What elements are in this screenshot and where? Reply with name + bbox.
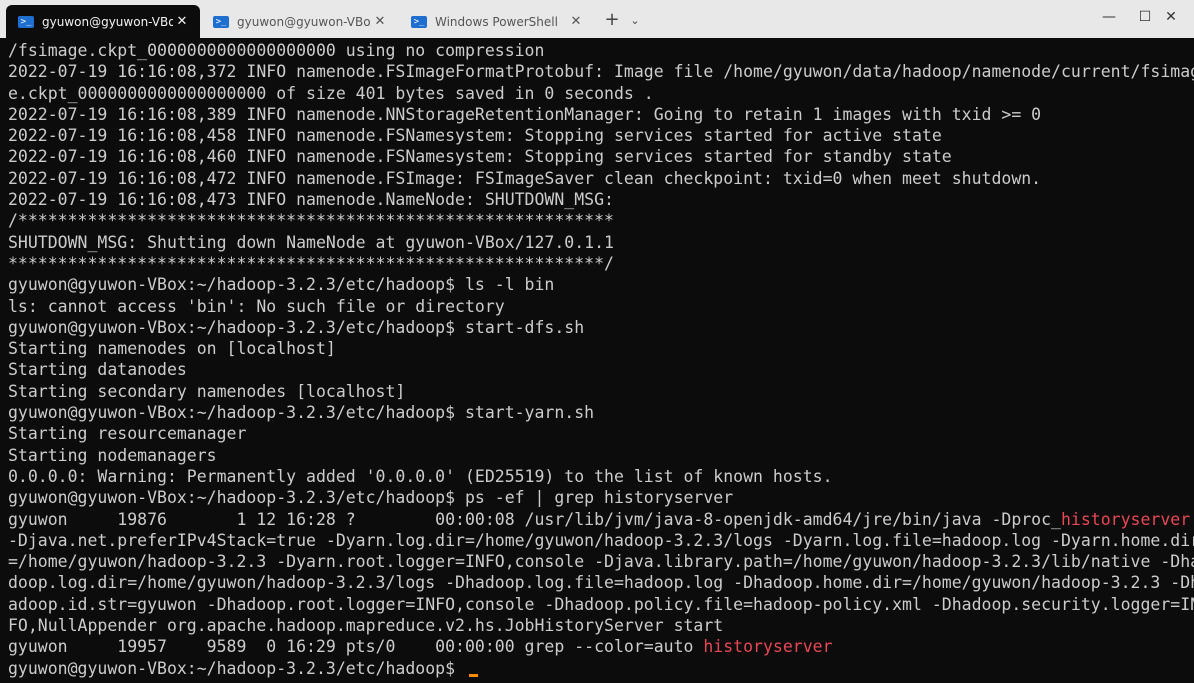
terminal-line: FO,NullAppender org.apache.hadoop.mapred… (8, 615, 1194, 636)
cursor (468, 673, 478, 677)
terminal-line: gyuwon@gyuwon-VBox:~/hadoop-3.2.3/etc/ha… (8, 317, 1194, 338)
terminal-line: Starting namenodes on [localhost] (8, 338, 1194, 359)
tab-terminal-1[interactable]: >_ gyuwon@gyuwon-VBox: ~/h ✕ (6, 5, 200, 38)
terminal-line: e.ckpt_0000000000000000000 of size 401 b… (8, 83, 1194, 104)
powershell-icon: >_ (411, 15, 427, 28)
line-text: 2022-07-19 16:16:08,473 INFO namenode.Na… (8, 190, 614, 210)
line-text: gyuwon@gyuwon-VBox:~/hadoop-3.2.3/etc/ha… (8, 658, 465, 678)
terminal-line: Starting secondary namenodes [localhost] (8, 381, 1194, 402)
terminal-line: gyuwon@gyuwon-VBox:~/hadoop-3.2.3/etc/ha… (8, 658, 1194, 679)
tab-terminal-2[interactable]: >_ gyuwon@gyuwon-VBox: ~/da ✕ (201, 5, 398, 38)
line-text: Starting datanodes (8, 360, 187, 380)
terminal-line: gyuwon@gyuwon-VBox:~/hadoop-3.2.3/etc/ha… (8, 274, 1194, 295)
terminal-line: doop.log.dir=/home/gyuwon/hadoop-3.2.3/l… (8, 572, 1194, 593)
line-text: Starting resourcemanager (8, 424, 247, 444)
terminal-line: gyuwon 19957 9589 0 16:29 pts/0 00:00:00… (8, 636, 1194, 657)
grep-match-highlight: historyserver (1061, 509, 1191, 529)
terminal-line: 2022-07-19 16:16:08,372 INFO namenode.FS… (8, 61, 1194, 82)
terminal-icon: >_ (213, 15, 229, 28)
terminal-line: 2022-07-19 16:16:08,460 INFO namenode.FS… (8, 146, 1194, 167)
terminal-line: /***************************************… (8, 210, 1194, 231)
line-text: e.ckpt_0000000000000000000 of size 401 b… (8, 83, 654, 103)
tab-bar: >_ gyuwon@gyuwon-VBox: ~/h ✕ >_ gyuwon@g… (0, 0, 1194, 38)
terminal-line: ****************************************… (8, 253, 1194, 274)
terminal-line: 2022-07-19 16:16:08,473 INFO namenode.Na… (8, 189, 1194, 210)
line-text: Starting nodemanagers (8, 445, 217, 465)
line-text: 2022-07-19 16:16:08,389 INFO namenode.NN… (8, 104, 1042, 124)
chevron-down-icon[interactable]: ⌄ (625, 9, 645, 33)
line-text: doop.log.dir=/home/gyuwon/hadoop-3.2.3/l… (8, 573, 1194, 593)
terminal-line: 0.0.0.0: Warning: Permanently added '0.0… (8, 466, 1194, 487)
terminal-line: Starting datanodes (8, 359, 1194, 380)
terminal-line: /fsimage.ckpt_0000000000000000000 using … (8, 40, 1194, 61)
terminal-line: ls: cannot access 'bin': No such file or… (8, 296, 1194, 317)
tab-title: gyuwon@gyuwon-VBox: ~/da (237, 14, 371, 29)
line-text: gyuwon@gyuwon-VBox:~/hadoop-3.2.3/etc/ha… (8, 488, 734, 508)
close-tab-icon[interactable]: ✕ (371, 14, 389, 29)
line-text: Starting secondary namenodes [localhost] (8, 381, 406, 401)
line-text: 2022-07-19 16:16:08,458 INFO namenode.FS… (8, 126, 942, 146)
close-window-button[interactable]: ✕ (1148, 0, 1194, 34)
line-text: -Djava.net.preferIPv4Stack=true -Dyarn.l… (8, 530, 1194, 550)
terminal-line: =/home/gyuwon/hadoop-3.2.3 -Dyarn.root.l… (8, 551, 1194, 572)
terminal-line: adoop.id.str=gyuwon -Dhadoop.root.logger… (8, 594, 1194, 615)
tab-powershell[interactable]: >_ Windows PowerShell ✕ (399, 5, 594, 38)
terminal-line: SHUTDOWN_MSG: Shutting down NameNode at … (8, 232, 1194, 253)
line-text: gyuwon 19876 1 12 16:28 ? 00:00:08 /usr/… (8, 509, 1061, 529)
grep-match-highlight: historyserver (703, 637, 833, 657)
terminal-lines: /fsimage.ckpt_0000000000000000000 using … (8, 40, 1194, 679)
terminal-line: 2022-07-19 16:16:08,458 INFO namenode.FS… (8, 125, 1194, 146)
line-text: 2022-07-19 16:16:08,372 INFO namenode.FS… (8, 62, 1194, 82)
terminal-line: gyuwon@gyuwon-VBox:~/hadoop-3.2.3/etc/ha… (8, 487, 1194, 508)
line-text: adoop.id.str=gyuwon -Dhadoop.root.logger… (8, 594, 1194, 614)
new-tab-button[interactable]: + (600, 9, 624, 33)
terminal-output[interactable]: /fsimage.ckpt_0000000000000000000 using … (0, 38, 1194, 683)
line-text: 0.0.0.0: Warning: Permanently added '0.0… (8, 466, 833, 486)
close-tab-icon[interactable]: ✕ (567, 14, 585, 29)
tab-title: gyuwon@gyuwon-VBox: ~/h (42, 14, 173, 29)
terminal-line: Starting nodemanagers (8, 445, 1194, 466)
line-text: gyuwon@gyuwon-VBox:~/hadoop-3.2.3/etc/ha… (8, 317, 585, 337)
terminal-line: -Djava.net.preferIPv4Stack=true -Dyarn.l… (8, 530, 1194, 551)
line-text: 2022-07-19 16:16:08,460 INFO namenode.FS… (8, 147, 952, 167)
terminal-line: gyuwon@gyuwon-VBox:~/hadoop-3.2.3/etc/ha… (8, 402, 1194, 423)
line-text: =/home/gyuwon/hadoop-3.2.3 -Dyarn.root.l… (8, 552, 1194, 572)
terminal-line: Starting resourcemanager (8, 423, 1194, 444)
line-text: ****************************************… (8, 253, 614, 273)
line-text: Starting namenodes on [localhost] (8, 339, 336, 359)
line-text: SHUTDOWN_MSG: Shutting down NameNode at … (8, 232, 614, 252)
terminal-line: 2022-07-19 16:16:08,472 INFO namenode.FS… (8, 168, 1194, 189)
line-text: /***************************************… (8, 211, 614, 231)
tab-title: Windows PowerShell (435, 14, 558, 29)
line-text: /fsimage.ckpt_0000000000000000000 using … (8, 41, 545, 60)
close-tab-icon[interactable]: ✕ (173, 14, 191, 29)
terminal-line: 2022-07-19 16:16:08,389 INFO namenode.NN… (8, 104, 1194, 125)
line-text: FO,NullAppender org.apache.hadoop.mapred… (8, 616, 724, 636)
line-text: gyuwon@gyuwon-VBox:~/hadoop-3.2.3/etc/ha… (8, 275, 555, 295)
terminal-line: gyuwon 19876 1 12 16:28 ? 00:00:08 /usr/… (8, 509, 1194, 530)
line-text: ls: cannot access 'bin': No such file or… (8, 296, 505, 316)
line-text: gyuwon 19957 9589 0 16:29 pts/0 00:00:00… (8, 637, 704, 657)
terminal-icon: >_ (18, 15, 34, 28)
line-text: gyuwon@gyuwon-VBox:~/hadoop-3.2.3/etc/ha… (8, 403, 595, 423)
line-text: 2022-07-19 16:16:08,472 INFO namenode.FS… (8, 168, 1042, 188)
